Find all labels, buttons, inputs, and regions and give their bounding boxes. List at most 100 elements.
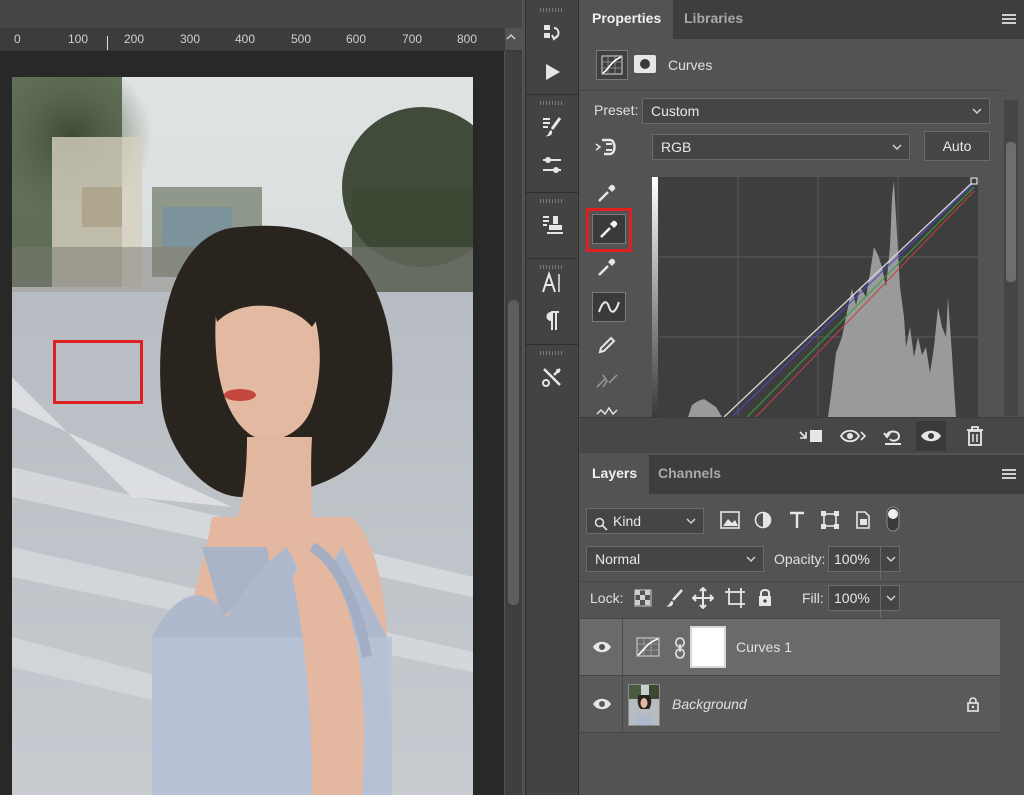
tab-layers[interactable]: Layers [580, 455, 650, 494]
tool-presets-icon[interactable] [536, 361, 568, 393]
edit-points-curve-icon[interactable] [592, 292, 626, 322]
trash-icon[interactable] [960, 421, 990, 451]
ruler-ticks: 0 100 200 300 400 500 600 700 800 [0, 28, 505, 50]
divider [580, 675, 1000, 676]
panel-icon-strip [525, 0, 579, 795]
chevron-up-icon[interactable] [504, 30, 518, 44]
adjustment-title: Curves [668, 57, 713, 73]
lock-artboard-icon[interactable] [724, 587, 746, 614]
reset-icon[interactable] [878, 421, 908, 451]
blend-mode-value: Normal [595, 551, 641, 567]
layer-name[interactable]: Curves 1 [736, 639, 792, 655]
lock-label: Lock: [590, 590, 624, 606]
panel-menu-icon[interactable] [1002, 14, 1016, 24]
layer-thumbnail[interactable] [628, 684, 660, 726]
lock-image-pixels-icon[interactable] [664, 588, 684, 613]
layer-filter-dropdown[interactable]: Kind [586, 508, 704, 534]
chevron-down-icon[interactable] [880, 586, 899, 619]
layers-panel: Layers Channels Kind Normal Opacity: 100… [580, 455, 1024, 795]
curves-graph[interactable] [652, 177, 978, 418]
properties-scrollbar[interactable] [1004, 100, 1018, 416]
tab-properties[interactable]: Properties [580, 0, 674, 39]
smart-object-filter-icon[interactable] [854, 510, 872, 535]
gray-point-eyedropper-icon[interactable] [592, 214, 626, 244]
play-icon[interactable] [536, 56, 568, 88]
fill-field[interactable]: 100% [828, 585, 900, 619]
channel-dropdown[interactable]: RGB [652, 134, 910, 160]
search-icon [594, 514, 608, 538]
grip-handle[interactable] [540, 8, 564, 12]
character-panel-icon[interactable] [536, 267, 568, 299]
mask-icon[interactable] [632, 52, 658, 76]
lock-position-move-icon[interactable] [691, 586, 715, 614]
divider [580, 90, 1004, 91]
opacity-value: 100% [834, 551, 870, 567]
grip-handle[interactable] [540, 351, 564, 355]
adjustment-layer-filter-icon[interactable] [754, 511, 772, 534]
chevron-down-icon [891, 135, 903, 168]
filter-toggle-icon[interactable] [886, 506, 900, 537]
selection-highlight-rectangle [53, 340, 143, 404]
ruler-tick: 500 [291, 32, 312, 46]
clipping-warning-icon[interactable] [590, 402, 624, 416]
layers-tab-bar: Layers Channels [580, 455, 1024, 494]
ruler-tick: 600 [346, 32, 367, 46]
adjustments-sliders-icon[interactable] [536, 149, 568, 181]
document-image[interactable] [12, 77, 473, 795]
brush-settings-icon[interactable] [536, 111, 568, 143]
grip-handle[interactable] [540, 199, 564, 203]
smooth-curve-icon[interactable] [590, 366, 624, 396]
black-point-eyedropper-icon[interactable] [590, 178, 624, 208]
layer-name[interactable]: Background [672, 696, 747, 712]
layer-row-curves[interactable]: Curves 1 [580, 619, 1000, 675]
tab-libraries[interactable]: Libraries [672, 0, 755, 39]
view-previous-state-icon[interactable] [838, 421, 868, 451]
preset-value: Custom [651, 103, 700, 119]
opacity-field[interactable]: 100% [828, 546, 900, 580]
layer-mask-thumbnail[interactable] [690, 626, 726, 668]
document-tab-strip [0, 0, 522, 28]
visibility-eye-icon[interactable] [592, 637, 612, 657]
on-image-adjust-icon[interactable] [590, 132, 624, 162]
visibility-eye-icon[interactable] [916, 421, 946, 451]
clip-to-layer-icon[interactable] [796, 421, 826, 451]
divider [580, 732, 1000, 733]
divider [622, 676, 623, 732]
history-icon[interactable] [536, 18, 568, 50]
preset-dropdown[interactable]: Custom [642, 98, 990, 124]
scrollbar-thumb[interactable] [508, 300, 519, 605]
properties-footer [580, 417, 1024, 453]
ruler-tick: 400 [235, 32, 256, 46]
clone-source-icon[interactable] [536, 209, 568, 241]
pixel-layer-filter-icon[interactable] [720, 511, 740, 534]
preset-label: Preset: [594, 102, 639, 118]
channel-value: RGB [661, 139, 692, 155]
curve-end-point [970, 177, 978, 185]
visibility-eye-icon[interactable] [592, 694, 612, 714]
layer-row-background[interactable]: Background [580, 676, 1000, 732]
white-point-eyedropper-icon[interactable] [590, 252, 624, 282]
lock-icon [966, 696, 980, 717]
chain-link-icon[interactable] [674, 637, 686, 664]
filter-kind-value: Kind [613, 513, 642, 529]
auto-button[interactable]: Auto [924, 131, 990, 161]
shape-layer-filter-icon[interactable] [820, 510, 840, 535]
panel-menu-icon[interactable] [1002, 469, 1016, 479]
fill-value: 100% [834, 590, 870, 606]
divider [580, 581, 1024, 582]
scrollbar-thumb[interactable] [1006, 142, 1016, 282]
chevron-down-icon [745, 547, 757, 580]
lock-all-icon[interactable] [756, 587, 774, 612]
fill-label: Fill: [802, 590, 824, 606]
pencil-draw-icon[interactable] [590, 330, 624, 360]
blend-mode-dropdown[interactable]: Normal [586, 546, 764, 572]
ruler-tick: 800 [457, 32, 478, 46]
type-layer-filter-icon[interactable] [788, 510, 806, 535]
tab-channels[interactable]: Channels [646, 455, 733, 494]
grip-handle[interactable] [540, 101, 564, 105]
lock-transparent-pixels-icon[interactable] [634, 589, 652, 612]
curves-adjustment-icon[interactable] [596, 50, 628, 80]
chevron-down-icon[interactable] [880, 547, 899, 580]
paragraph-icon[interactable] [536, 305, 568, 337]
divider [580, 618, 1000, 619]
